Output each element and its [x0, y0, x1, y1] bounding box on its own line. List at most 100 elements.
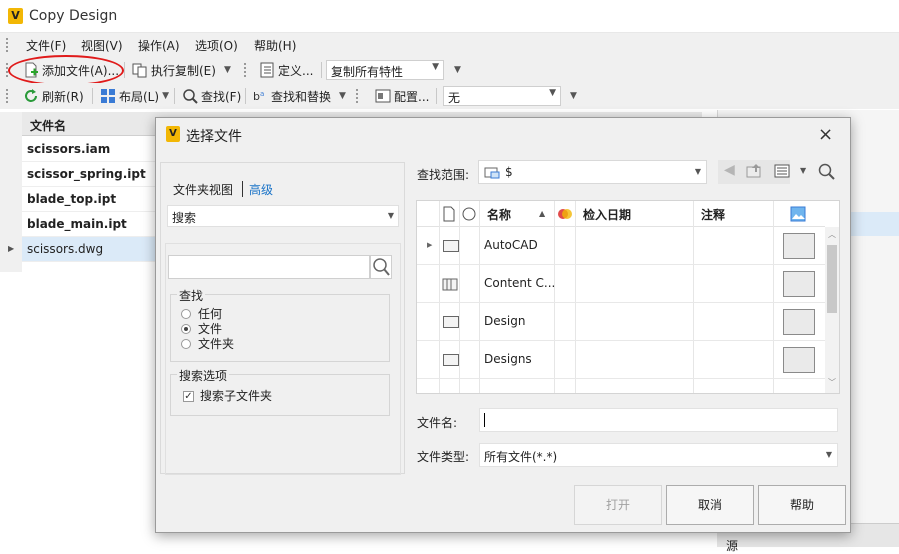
toolbar-grip-icon[interactable] — [6, 38, 9, 52]
folder-thumbnail-icon — [783, 347, 815, 373]
thumbnail-column-icon[interactable] — [790, 206, 806, 225]
menu-view[interactable]: 视图(V) — [81, 37, 123, 54]
execute-copy-label: 执行复制(E) — [151, 63, 216, 78]
config-select[interactable]: 无 ▼ — [443, 86, 561, 106]
search-type-value: 搜索 — [172, 211, 197, 225]
find-replace-dropdown-icon[interactable]: ▼ — [339, 91, 346, 101]
svg-text:a: a — [260, 90, 264, 98]
copy-properties-value: 复制所有特性 — [331, 65, 404, 79]
table-row-selected[interactable]: scissors.dwg — [22, 237, 157, 262]
table-row[interactable]: blade_main.ipt — [22, 212, 157, 237]
column-header-checkin-date[interactable]: 检入日期 — [583, 206, 631, 223]
filename-input[interactable] — [479, 408, 838, 432]
menu-help[interactable]: 帮助(H) — [254, 37, 296, 54]
source-label: 源 — [726, 539, 739, 553]
find-label: 查找(F) — [201, 89, 242, 104]
define-button[interactable]: 定义... — [256, 60, 316, 80]
filename-label: 文件名: — [417, 416, 458, 430]
list-item[interactable]: Designs — [417, 341, 826, 379]
file-name: Content C... — [484, 276, 556, 290]
table-row[interactable]: scissor_spring.ipt — [22, 162, 157, 187]
up-folder-icon[interactable] — [746, 163, 764, 182]
table-row[interactable]: blade_top.ipt — [22, 187, 157, 212]
search-icon[interactable] — [817, 162, 837, 185]
open-button[interactable]: 打开 — [574, 485, 662, 525]
advanced-tab-link[interactable]: 高级 — [249, 181, 273, 198]
toolbar-grip-icon[interactable] — [244, 63, 247, 77]
list-item[interactable]: Content C... — [417, 265, 826, 303]
find-any-radio[interactable] — [181, 309, 191, 319]
scroll-up-icon[interactable]: ︿ — [828, 229, 836, 240]
expand-arrow-icon[interactable]: ▶ — [427, 241, 432, 249]
folder-icon — [443, 354, 459, 366]
file-type-column-icon[interactable] — [443, 206, 455, 225]
config-icon — [375, 88, 391, 104]
toolbar-overflow-icon[interactable]: ▼ — [454, 65, 461, 75]
list-item[interactable]: Design — [417, 303, 826, 341]
refresh-button[interactable]: 刷新(R) — [20, 86, 87, 106]
dialog-title-bar: V 选择文件 × — [156, 118, 850, 150]
column-header-comment[interactable]: 注释 — [701, 206, 725, 223]
search-icon — [182, 88, 198, 104]
folder-view-tab[interactable]: 文件夹视图 — [173, 181, 233, 198]
view-menu-dropdown-icon[interactable]: ▼ — [800, 166, 806, 175]
find-button[interactable]: 查找(F) — [179, 86, 244, 106]
find-file-radio[interactable] — [181, 324, 191, 334]
toolbar-main: 添加文件(A)... 执行复制(E) ▼ 定义... 复制所有特性 ▼ ▼ — [0, 57, 899, 83]
search-input[interactable] — [168, 255, 370, 279]
execute-copy-icon — [132, 62, 148, 78]
chevron-down-icon: ▼ — [387, 211, 394, 220]
find-group-box: 查找 任何 文件 文件夹 — [170, 287, 390, 362]
toolbar-overflow-icon[interactable]: ▼ — [570, 91, 577, 101]
filetype-select[interactable]: 所有文件(*.*) ▼ — [479, 443, 838, 467]
find-folder-label: 文件夹 — [198, 337, 235, 351]
search-subfolders-checkbox[interactable]: ✓ — [183, 391, 194, 402]
search-options-group-box: 搜索选项 ✓ 搜索子文件夹 — [170, 367, 390, 416]
highlight-ring — [8, 55, 124, 86]
folder-thumbnail-icon — [783, 309, 815, 335]
scrollbar-thumb[interactable] — [827, 245, 837, 313]
status-column-icon[interactable] — [462, 207, 478, 226]
content-center-icon — [442, 276, 458, 295]
color-column-icon[interactable] — [557, 206, 573, 225]
menu-action[interactable]: 操作(A) — [138, 37, 180, 54]
row-expand-icon[interactable]: ▶ — [8, 244, 14, 253]
cancel-button[interactable]: 取消 — [666, 485, 754, 525]
find-replace-button[interactable]: ba 查找和替换 — [249, 86, 334, 106]
list-item[interactable]: ▶ AutoCAD — [417, 227, 826, 265]
help-button[interactable]: 帮助 — [758, 485, 846, 525]
config-select-value: 无 — [448, 91, 461, 105]
toolbar-separator — [124, 62, 125, 78]
toolbar-separator — [245, 88, 246, 104]
toolbar-grip-icon[interactable] — [356, 89, 359, 103]
copy-properties-select[interactable]: 复制所有特性 ▼ — [326, 60, 444, 80]
folder-icon — [443, 240, 459, 252]
toolbar-grip-icon[interactable] — [6, 89, 9, 103]
config-button[interactable]: 配置... — [372, 86, 432, 106]
find-folder-radio[interactable] — [181, 339, 191, 349]
look-in-select[interactable]: $ ▼ — [478, 160, 707, 184]
column-header-name[interactable]: 名称 — [487, 206, 511, 223]
close-icon[interactable]: × — [818, 124, 833, 145]
navigation-tools: ◀ ▼ — [718, 160, 843, 184]
scroll-down-icon[interactable]: ﹀ — [828, 377, 836, 388]
execute-copy-dropdown-icon[interactable]: ▼ — [224, 65, 231, 75]
layout-grid-icon — [100, 88, 116, 104]
svg-text:b: b — [253, 90, 260, 103]
toolbar-separator — [92, 88, 93, 104]
file-name: Design — [484, 314, 526, 328]
toolbar-secondary: 刷新(R) 布局(L) ▼ 查找(F) ba 查找和替换 ▼ 配置... 无 ▼… — [0, 83, 899, 109]
layout-button[interactable]: 布局(L) ▼ — [97, 86, 172, 106]
back-arrow-icon[interactable]: ◀ — [724, 162, 735, 178]
search-type-select[interactable]: 搜索 ▼ — [167, 205, 399, 227]
app-logo-icon: V — [8, 8, 23, 24]
execute-copy-button[interactable]: 执行复制(E) — [129, 60, 219, 80]
menu-options[interactable]: 选项(O) — [195, 37, 238, 54]
column-header-filename[interactable]: 文件名 — [30, 117, 66, 134]
folder-thumbnail-icon — [783, 233, 815, 259]
search-button[interactable] — [370, 255, 392, 279]
menu-file[interactable]: 文件(F) — [26, 37, 66, 54]
table-row[interactable]: scissors.iam — [22, 137, 157, 162]
view-menu-icon[interactable] — [774, 164, 790, 181]
toolbar-separator — [174, 88, 175, 104]
